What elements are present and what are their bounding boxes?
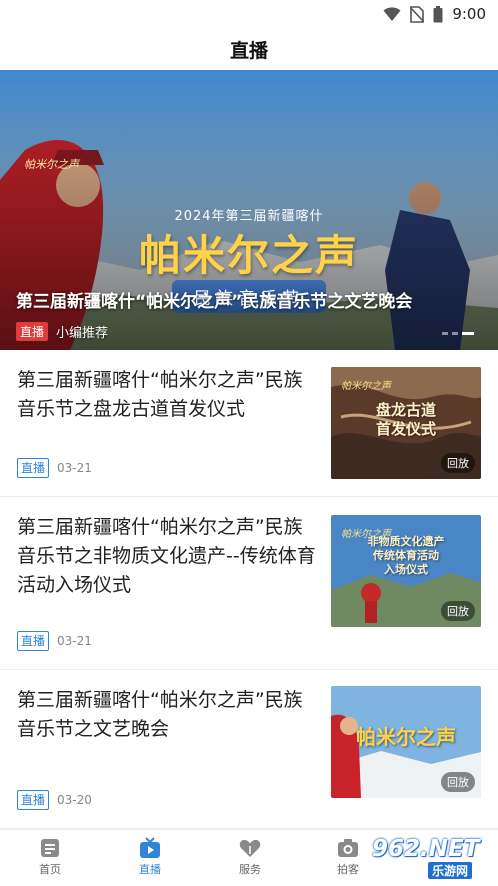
banner-main-title: 帕米尔之声 — [138, 231, 359, 280]
watermark-brand: 962.NET — [372, 836, 480, 862]
heart-hands-icon — [239, 839, 261, 857]
status-bar: 9:00 — [0, 0, 498, 28]
title-bar: 直播 — [0, 28, 498, 70]
banner-title[interactable]: 第三届新疆喀什“帕米尔之声”民族音乐节之文艺晚会 — [16, 287, 412, 312]
item-thumbnail: 帕米尔之声 盘龙古道 首发仪式 回放 — [331, 367, 481, 479]
watermark-logo: 962.NET 乐游网 — [366, 834, 492, 880]
tab-label: 首页 — [39, 863, 61, 876]
item-date: 03-20 — [57, 793, 92, 807]
list-item[interactable]: 第三届新疆喀什“帕米尔之声”民族音乐节之文艺晚会 直播 03-20 帕米尔之声 … — [0, 670, 498, 829]
item-date: 03-21 — [57, 634, 92, 648]
thumb-title: 非物质文化遗产 传统体育活动 入场仪式 — [367, 535, 445, 576]
camera-icon — [338, 839, 358, 857]
news-icon — [41, 839, 59, 857]
carousel-dot-active — [462, 332, 474, 335]
carousel-dot — [442, 332, 448, 335]
list-item[interactable]: 第三届新疆喀什“帕米尔之声”民族音乐节之盘龙古道首发仪式 直播 03-21 帕米… — [0, 350, 498, 497]
item-thumbnail: 帕米尔之声 回放 — [331, 686, 481, 798]
tv-play-icon — [140, 837, 160, 858]
banner-logo: 帕米尔之声 — [24, 158, 79, 171]
carousel-indicator — [442, 332, 474, 335]
item-title: 第三届新疆喀什“帕米尔之声”民族音乐节之文艺晚会 — [17, 689, 303, 740]
wifi-icon — [383, 7, 401, 21]
thumb-title: 帕米尔之声 — [356, 725, 456, 749]
replay-badge: 回放 — [441, 772, 475, 792]
live-badge: 直播 — [17, 631, 50, 651]
live-list: 第三届新疆喀什“帕米尔之声”民族音乐节之盘龙古道首发仪式 直播 03-21 帕米… — [0, 350, 498, 829]
item-date: 03-21 — [57, 461, 92, 475]
tab-live[interactable]: 直播 — [110, 830, 190, 877]
replay-badge: 回放 — [441, 601, 475, 621]
live-badge: 直播 — [17, 790, 50, 810]
status-time: 9:00 — [452, 5, 486, 23]
page-title: 直播 — [229, 39, 268, 62]
banner-meta: 直播 小编推荐 — [16, 322, 108, 341]
live-badge: 直播 — [16, 322, 49, 341]
battery-icon — [433, 5, 443, 22]
item-title: 第三届新疆喀什“帕米尔之声”民族音乐节之盘龙古道首发仪式 — [17, 369, 303, 420]
replay-badge: 回放 — [441, 453, 475, 473]
item-thumbnail: 帕米尔之声 非物质文化遗产 传统体育活动 入场仪式 回放 — [331, 515, 481, 627]
carousel-dot — [452, 332, 458, 335]
tab-home[interactable]: 首页 — [10, 830, 90, 877]
thumb-logo: 帕米尔之声 — [341, 381, 391, 392]
list-item[interactable]: 第三届新疆喀什“帕米尔之声”民族音乐节之非物质文化遗产--传统体育活动入场仪式 … — [0, 497, 498, 670]
no-sim-icon — [410, 5, 425, 23]
live-badge: 直播 — [17, 458, 50, 478]
tab-services[interactable]: 服务 — [210, 830, 290, 877]
tab-label: 服务 — [239, 863, 261, 876]
tab-label: 直播 — [139, 863, 161, 876]
thumb-title: 盘龙古道 首发仪式 — [375, 401, 436, 438]
item-title: 第三届新疆喀什“帕米尔之声”民族音乐节之非物质文化遗产--传统体育活动入场仪式 — [17, 516, 316, 596]
watermark-sub: 乐游网 — [428, 862, 473, 879]
banner-recommend: 小编推荐 — [56, 326, 109, 341]
